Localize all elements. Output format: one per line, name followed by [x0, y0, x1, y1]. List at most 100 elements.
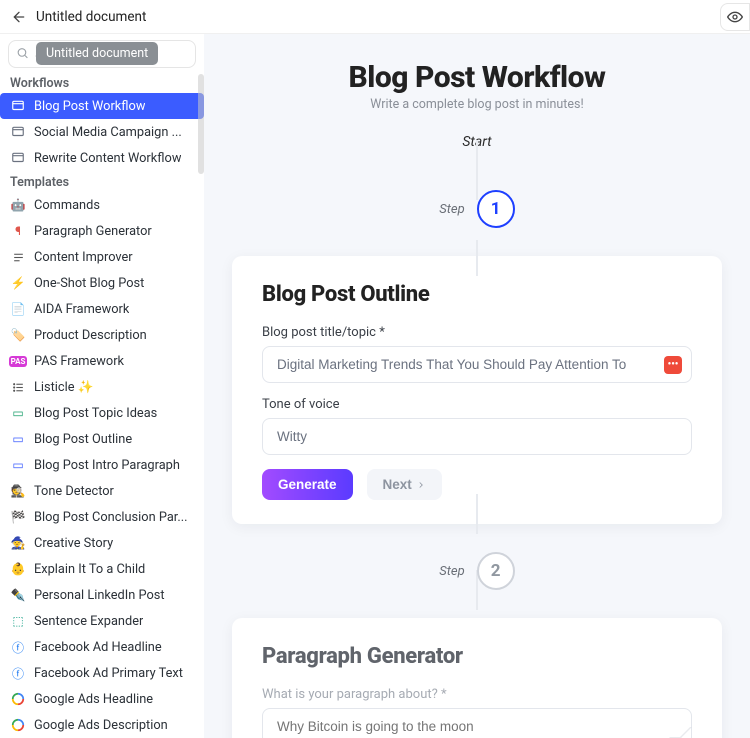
tag-icon: 🏷️: [10, 327, 26, 343]
sidebar-item-label: PAS Framework: [34, 354, 124, 369]
step-1-indicator: Step 1: [232, 190, 722, 228]
template-item-fb-primary[interactable]: ⓕ Facebook Ad Primary Text: [0, 660, 204, 686]
section-workflows-label: Workflows: [0, 72, 204, 93]
sidebar-item-label: Social Media Campaign ...: [34, 125, 182, 140]
sidebar-item-label: Blog Post Workflow: [34, 99, 145, 114]
facebook-icon: ⓕ: [10, 665, 26, 681]
generate-button[interactable]: Generate: [262, 469, 353, 500]
workflow-item-blog-post[interactable]: Blog Post Workflow: [0, 93, 204, 119]
workflow-item-rewrite[interactable]: Rewrite Content Workflow: [0, 145, 204, 171]
step-label: Step: [439, 564, 464, 579]
sidebar-item-label: Paragraph Generator: [34, 224, 152, 239]
workflow-title: Blog Post Workflow: [232, 60, 722, 95]
template-item-google-headline[interactable]: Google Ads Headline: [0, 686, 204, 712]
field-warning-badge[interactable]: •••: [664, 356, 682, 374]
template-item-google-desc[interactable]: Google Ads Description: [0, 712, 204, 738]
sidebar-item-label: Facebook Ad Headline: [34, 640, 162, 655]
sidebar-item-label: AIDA Framework: [34, 302, 129, 317]
start-label: Start: [232, 134, 722, 150]
sidebar-item-label: Rewrite Content Workflow: [34, 151, 181, 166]
template-item-blog-intro[interactable]: ▭Blog Post Intro Paragraph: [0, 452, 204, 478]
template-item-pas[interactable]: PAS PAS Framework: [0, 348, 204, 374]
field-label-tone: Tone of voice: [262, 397, 692, 412]
template-item-linkedin-post[interactable]: ✒️Personal LinkedIn Post: [0, 582, 204, 608]
section-templates-label: Templates: [0, 171, 204, 192]
template-item-commands[interactable]: 🤖 Commands: [0, 192, 204, 218]
flag-icon: 🏁: [10, 509, 26, 525]
card-paragraph-generator: Paragraph Generator What is your paragra…: [232, 618, 722, 738]
doc-icon: 📄: [10, 301, 26, 317]
step-number-2: 2: [477, 552, 515, 590]
input-paragraph-about[interactable]: [262, 708, 692, 738]
robot-icon: 🤖: [10, 197, 26, 213]
card-blog-post-outline: Blog Post Outline Blog post title/topic …: [232, 256, 722, 524]
pen-icon: ✒️: [10, 587, 26, 603]
chevron-right-icon: [416, 480, 426, 490]
facebook-icon: ⓕ: [10, 639, 26, 655]
child-icon: 👶: [10, 561, 26, 577]
next-button[interactable]: Next: [367, 469, 442, 500]
input-blog-title[interactable]: [262, 346, 692, 383]
preview-button[interactable]: [720, 3, 750, 31]
sidebar-item-label: Commands: [34, 198, 100, 213]
field-label-title: Blog post title/topic *: [262, 325, 692, 340]
sidebar-item-label: Content Improver: [34, 250, 133, 265]
eye-icon: [727, 9, 743, 25]
template-item-product-desc[interactable]: 🏷️ Product Description: [0, 322, 204, 348]
doc-title-tooltip: Untitled document: [36, 42, 158, 65]
google-icon: [10, 691, 26, 707]
sidebar-item-label: Google Ads Description: [34, 718, 168, 733]
card-title: Paragraph Generator: [262, 644, 692, 669]
sidebar-item-label: Facebook Ad Primary Text: [34, 666, 183, 681]
lines-icon: [10, 249, 26, 265]
topbar: Untitled document: [0, 0, 750, 34]
back-arrow-button[interactable]: [8, 6, 30, 28]
field-label-paragraph-about: What is your paragraph about? *: [262, 687, 692, 702]
sidebar-item-label: Creative Story: [34, 536, 113, 551]
template-item-creative-story[interactable]: 🧙 Creative Story: [0, 530, 204, 556]
expand-icon: ⬚: [10, 613, 26, 629]
workflow-icon: [10, 150, 26, 166]
template-item-blog-conclusion[interactable]: 🏁 Blog Post Conclusion Par...: [0, 504, 204, 530]
template-item-blog-topic-ideas[interactable]: ▭Blog Post Topic Ideas: [0, 400, 204, 426]
template-item-paragraph-generator[interactable]: ¶ Paragraph Generator: [0, 218, 204, 244]
pas-badge-icon: PAS: [10, 353, 26, 369]
sidebar: Untitled document Workflows Blog Post Wo…: [0, 34, 204, 738]
next-label: Next: [383, 477, 412, 492]
template-item-oneshot-blog[interactable]: ⚡ One-Shot Blog Post: [0, 270, 204, 296]
template-item-content-improver[interactable]: Content Improver: [0, 244, 204, 270]
list-icon: [10, 379, 26, 395]
template-item-explain-child[interactable]: 👶 Explain It To a Child: [0, 556, 204, 582]
template-item-sentence-expander[interactable]: ⬚ Sentence Expander: [0, 608, 204, 634]
input-tone[interactable]: [262, 418, 692, 455]
card-icon: ▭: [10, 405, 26, 421]
sidebar-item-label: Google Ads Headline: [34, 692, 153, 707]
template-item-aida[interactable]: 📄 AIDA Framework: [0, 296, 204, 322]
paragraph-icon: ¶: [10, 223, 26, 239]
sidebar-item-label: Product Description: [34, 328, 147, 343]
workflow-icon: [10, 98, 26, 114]
sidebar-item-label: Tone Detector: [34, 484, 114, 499]
document-title[interactable]: Untitled document: [36, 9, 146, 25]
template-item-blog-outline[interactable]: ▭ Blog Post Outline: [0, 426, 204, 452]
card-title: Blog Post Outline: [262, 282, 692, 307]
sidebar-item-label: Sentence Expander: [34, 614, 143, 629]
card-icon: ▭: [10, 457, 26, 473]
sidebar-item-label: Explain It To a Child: [34, 562, 145, 577]
arrow-left-icon: [11, 9, 27, 25]
bolt-icon: ⚡: [10, 275, 26, 291]
workflow-item-social-media[interactable]: Social Media Campaign ...: [0, 119, 204, 145]
sidebar-item-label: Listicle ✨: [34, 380, 94, 395]
sidebar-item-label: Blog Post Outline: [34, 432, 132, 447]
detective-icon: 🕵️: [10, 483, 26, 499]
sidebar-item-label: Blog Post Conclusion Par...: [34, 510, 187, 525]
template-item-fb-headline[interactable]: ⓕ Facebook Ad Headline: [0, 634, 204, 660]
story-icon: 🧙: [10, 535, 26, 551]
step-label: Step: [439, 202, 464, 217]
workflow-icon: [10, 124, 26, 140]
template-item-tone-detector[interactable]: 🕵️ Tone Detector: [0, 478, 204, 504]
template-item-listicle[interactable]: Listicle ✨: [0, 374, 204, 400]
sidebar-item-label: One-Shot Blog Post: [34, 276, 144, 291]
search-icon: [16, 47, 29, 60]
card-icon: ▭: [10, 431, 26, 447]
